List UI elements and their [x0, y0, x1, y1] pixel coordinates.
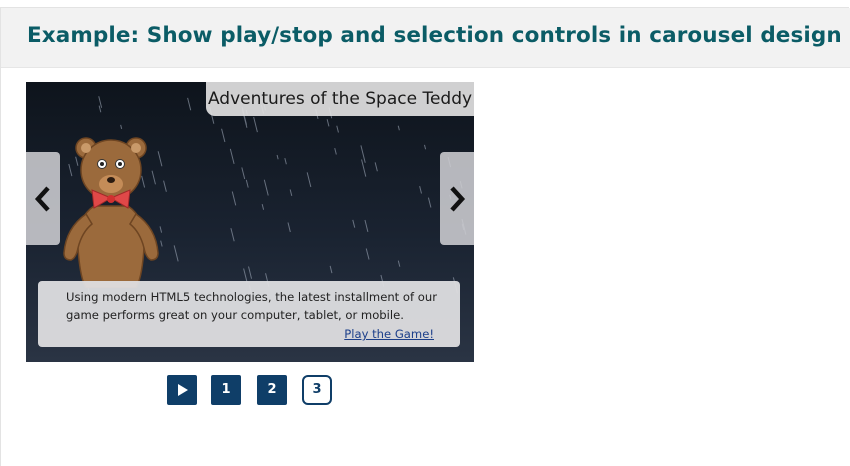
slide-1-button[interactable]: 1	[211, 375, 241, 405]
chevron-left-icon	[34, 186, 50, 212]
example-header: Example: Show play/stop and selection co…	[1, 8, 850, 68]
play-icon	[178, 384, 188, 396]
chevron-right-icon	[450, 186, 466, 212]
page-title: Example: Show play/stop and selection co…	[27, 23, 842, 48]
previous-slide-button[interactable]	[26, 152, 60, 245]
slide-caption: Using modern HTML5 technologies, the lat…	[38, 281, 460, 347]
carousel: Adventures of the Space Teddy Using mode…	[26, 82, 474, 362]
slide-title: Adventures of the Space Teddy	[206, 82, 474, 116]
play-the-game-link[interactable]: Play the Game!	[344, 327, 434, 341]
play-button[interactable]	[167, 375, 197, 405]
next-slide-button[interactable]	[440, 152, 474, 245]
example-panel: Example: Show play/stop and selection co…	[0, 7, 850, 466]
slide-2-button[interactable]: 2	[257, 375, 287, 405]
caption-text: Using modern HTML5 technologies, the lat…	[66, 290, 437, 322]
slide-3-button[interactable]: 3	[302, 375, 332, 405]
teddy-bear-image	[63, 137, 159, 288]
